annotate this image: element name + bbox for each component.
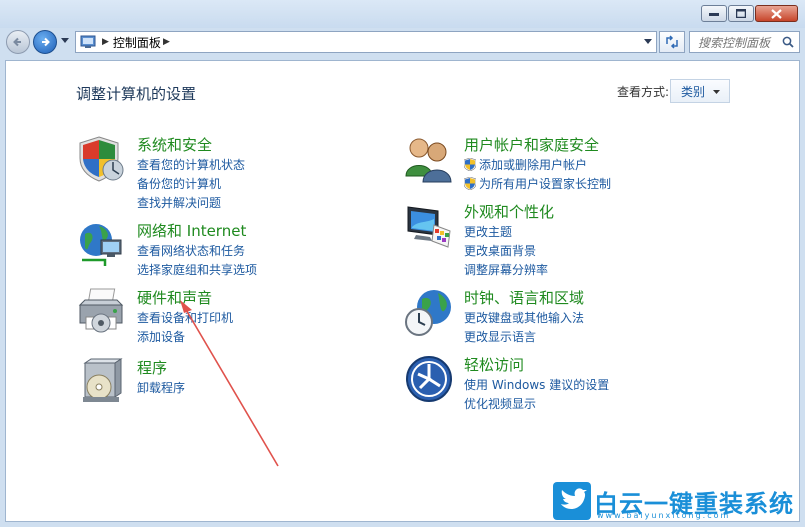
navigation-bar: ▶ 控制面板 ▶ — [0, 28, 805, 58]
link-backup-computer[interactable]: 备份您的计算机 — [137, 175, 245, 194]
window-controls — [700, 5, 798, 22]
link-view-network-status[interactable]: 查看网络状态和任务 — [137, 242, 257, 261]
minimize-button[interactable] — [701, 5, 727, 22]
view-by-label: 查看方式: — [617, 85, 670, 99]
search-icon[interactable] — [782, 36, 794, 48]
link-optimize-visual-display[interactable]: 优化视频显示 — [464, 395, 609, 414]
close-button[interactable] — [755, 5, 798, 22]
category-title[interactable]: 系统和安全 — [137, 134, 212, 155]
link-label[interactable]: 添加或删除用户帐户 — [479, 158, 587, 172]
breadcrumb-separator-icon[interactable]: ▶ — [163, 37, 170, 47]
content-pane: 调整计算机的设置 查看方式: 类别 系统和安全 查看您的计算机状态 备份您的计算… — [5, 60, 800, 522]
search-input[interactable] — [698, 34, 784, 52]
forward-button[interactable] — [33, 30, 57, 54]
link-add-device[interactable]: 添加设备 — [137, 328, 233, 347]
address-bar[interactable]: ▶ 控制面板 ▶ — [75, 31, 657, 53]
back-button[interactable] — [6, 30, 30, 54]
address-dropdown-chevron-down-icon[interactable] — [644, 39, 652, 44]
link-change-display-language[interactable]: 更改显示语言 — [464, 328, 584, 347]
users-icon[interactable] — [404, 134, 454, 184]
breadcrumb-separator-icon[interactable]: ▶ — [102, 37, 109, 47]
shield-icon[interactable] — [77, 134, 127, 184]
printer-icon[interactable] — [77, 287, 127, 337]
category-title[interactable]: 网络和 Internet — [137, 220, 246, 241]
ease-of-access-icon[interactable] — [404, 354, 454, 404]
chevron-down-icon — [713, 90, 720, 94]
link-change-theme[interactable]: 更改主题 — [464, 223, 548, 242]
link-parental-controls[interactable]: 为所有用户设置家长控制 — [464, 175, 611, 194]
link-find-fix-problems[interactable]: 查找并解决问题 — [137, 194, 245, 213]
link-change-desktop-background[interactable]: 更改桌面背景 — [464, 242, 548, 261]
link-homegroup-sharing[interactable]: 选择家庭组和共享选项 — [137, 261, 257, 280]
search-box[interactable] — [689, 31, 800, 53]
monitor-paint-icon[interactable] — [404, 201, 454, 251]
page-title: 调整计算机的设置 — [76, 85, 197, 103]
watermark-url: www.baiyunxitong.com — [597, 511, 731, 520]
view-by-value: 类别 — [681, 84, 706, 99]
category-title[interactable]: 外观和个性化 — [464, 201, 554, 222]
breadcrumb-control-panel[interactable]: 控制面板 — [113, 34, 161, 51]
control-panel-icon — [80, 35, 96, 48]
view-by-select[interactable]: 类别 — [670, 79, 730, 103]
bird-logo-icon — [553, 482, 591, 520]
link-add-remove-user-accounts[interactable]: 添加或删除用户帐户 — [464, 156, 611, 175]
refresh-icon — [666, 35, 678, 49]
category-title[interactable]: 硬件和声音 — [137, 287, 212, 308]
uac-shield-icon — [464, 158, 476, 171]
programs-box-icon[interactable] — [77, 357, 127, 407]
category-title[interactable]: 时钟、语言和区域 — [464, 287, 584, 308]
category-title[interactable]: 程序 — [137, 357, 167, 378]
forward-arrow-icon — [42, 37, 50, 47]
link-adjust-screen-resolution[interactable]: 调整屏幕分辨率 — [464, 261, 548, 280]
link-uninstall-program[interactable]: 卸载程序 — [137, 379, 185, 398]
maximize-button[interactable] — [728, 5, 754, 22]
refresh-button[interactable] — [659, 31, 685, 53]
minimize-icon — [709, 12, 719, 16]
globe-clock-icon[interactable] — [404, 287, 454, 337]
link-label[interactable]: 为所有用户设置家长控制 — [479, 177, 611, 191]
category-title[interactable]: 用户帐户和家庭安全 — [464, 134, 599, 155]
close-icon — [771, 8, 782, 19]
link-devices-printers[interactable]: 查看设备和打印机 — [137, 309, 233, 328]
link-view-computer-status[interactable]: 查看您的计算机状态 — [137, 156, 245, 175]
link-change-keyboard-input[interactable]: 更改键盘或其他输入法 — [464, 309, 584, 328]
recent-pages-chevron-down-icon[interactable] — [61, 38, 69, 43]
uac-shield-icon — [464, 177, 476, 190]
back-arrow-icon — [13, 37, 21, 47]
category-title[interactable]: 轻松访问 — [464, 354, 524, 375]
link-windows-recommended-settings[interactable]: 使用 Windows 建议的设置 — [464, 376, 609, 395]
title-bar — [0, 0, 805, 28]
maximize-icon — [736, 9, 746, 18]
network-globe-icon[interactable] — [77, 220, 127, 270]
